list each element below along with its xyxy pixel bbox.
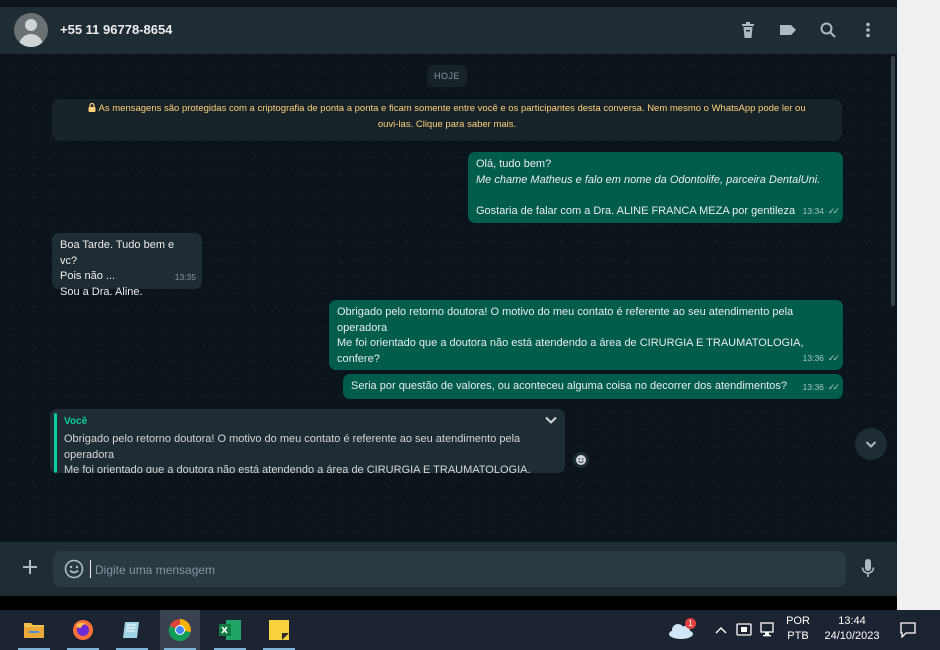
menu-icon[interactable] xyxy=(857,19,879,41)
reaction-emoji-icon[interactable] xyxy=(573,452,589,468)
message-input[interactable] xyxy=(93,559,797,581)
chat-scrollbar[interactable] xyxy=(891,56,895,306)
message-line: Sou a Dra. Aline. xyxy=(60,285,143,298)
encryption-notice-line1: As mensagens são protegidas com a cripto… xyxy=(98,103,806,114)
notification-badge: 1 xyxy=(685,618,696,629)
chevron-up-icon[interactable] xyxy=(712,610,730,650)
message-line xyxy=(476,188,835,204)
firefox-icon[interactable] xyxy=(63,610,103,650)
reply-accent-bar xyxy=(54,413,57,473)
contact-avatar[interactable] xyxy=(14,13,48,47)
double-check-icon: ✓✓ xyxy=(827,205,840,216)
file-explorer-icon[interactable] xyxy=(14,610,54,650)
message-line: confere? xyxy=(337,352,380,365)
encryption-notice-line2: ouvi-las. Clique para saber mais. xyxy=(377,119,517,130)
weather-cloud-icon[interactable]: 1 xyxy=(661,610,701,650)
message-line: Olá, tudo bem? xyxy=(476,158,552,170)
microphone-icon[interactable] xyxy=(858,556,878,585)
message-time: 13:35 xyxy=(174,271,196,282)
whatsapp-window: +55 11 96778-8654 HOJE As mensagens são … xyxy=(0,0,897,596)
lock-icon xyxy=(88,102,98,114)
message-composer xyxy=(0,542,897,596)
chat-header: +55 11 96778-8654 xyxy=(0,7,897,54)
chevron-down-icon[interactable] xyxy=(544,413,558,432)
message-bubble-incoming[interactable]: Boa Tarde. Tudo bem e vc? Pois não ... S… xyxy=(52,233,202,298)
device-icon[interactable] xyxy=(734,610,754,650)
message-line: Gostaria de falar com a Dra. ALINE FRANC… xyxy=(476,204,796,217)
message-line: Me foi orientado que a doutora não está … xyxy=(337,337,804,349)
windows-taskbar: 1 POR PTB 13:44 24/10/2023 xyxy=(0,610,940,650)
message-time: 13:34 ✓✓ xyxy=(803,204,840,220)
delete-icon[interactable] xyxy=(737,19,759,41)
chevron-down-icon xyxy=(865,441,877,448)
reply-preview[interactable]: Você Obrigado pelo retorno doutora! O mo… xyxy=(50,409,565,473)
message-line: operadora xyxy=(337,321,388,334)
emoji-icon[interactable] xyxy=(64,559,84,584)
label-icon[interactable] xyxy=(777,19,799,41)
contact-name[interactable]: +55 11 96778-8654 xyxy=(60,22,172,37)
search-icon[interactable] xyxy=(817,19,839,41)
chrome-icon[interactable] xyxy=(160,610,200,650)
message-bubble-outgoing[interactable]: Obrigado pelo retorno doutora! O motivo … xyxy=(329,300,843,370)
reply-text: Obrigado pelo retorno doutora! O motivo … xyxy=(64,433,531,473)
message-time: 13:36 ✓✓ xyxy=(803,351,840,367)
clock[interactable]: 13:44 24/10/2023 xyxy=(818,614,886,644)
message-line: Boa Tarde. Tudo bem e vc? xyxy=(60,239,175,267)
avatar-head xyxy=(25,19,37,31)
window-bottom-gap xyxy=(0,596,897,610)
message-time: 13:36 ✓✓ xyxy=(803,380,840,396)
notepad-icon[interactable] xyxy=(112,610,152,650)
double-check-icon: ✓✓ xyxy=(827,352,840,363)
message-line: Seria por questão de valores, ou acontec… xyxy=(351,380,787,392)
desktop-background-strip xyxy=(897,0,940,610)
double-check-icon: ✓✓ xyxy=(827,381,840,392)
message-bubble-outgoing[interactable]: Olá, tudo bem? Me chame Matheus e falo e… xyxy=(468,152,843,223)
message-line: Obrigado pelo retorno doutora! O motivo … xyxy=(337,306,794,318)
day-chip: HOJE xyxy=(427,65,467,87)
scroll-to-bottom-button[interactable] xyxy=(855,428,887,460)
encryption-notice[interactable]: As mensagens são protegidas com a cripto… xyxy=(52,99,842,141)
network-icon[interactable] xyxy=(758,610,780,650)
reply-author: Você xyxy=(64,416,88,427)
notifications-icon[interactable] xyxy=(896,610,920,650)
message-line: Me chame Matheus e falo em nome da Odont… xyxy=(476,173,821,186)
excel-icon[interactable] xyxy=(210,610,250,650)
language-indicator[interactable]: POR PTB xyxy=(783,614,813,644)
message-input-container xyxy=(53,551,846,587)
attach-plus-icon[interactable] xyxy=(20,557,40,582)
message-bubble-outgoing[interactable]: Seria por questão de valores, ou acontec… xyxy=(343,374,843,399)
text-caret xyxy=(90,560,91,578)
sticky-notes-icon[interactable] xyxy=(259,610,299,650)
avatar-body xyxy=(19,34,43,47)
